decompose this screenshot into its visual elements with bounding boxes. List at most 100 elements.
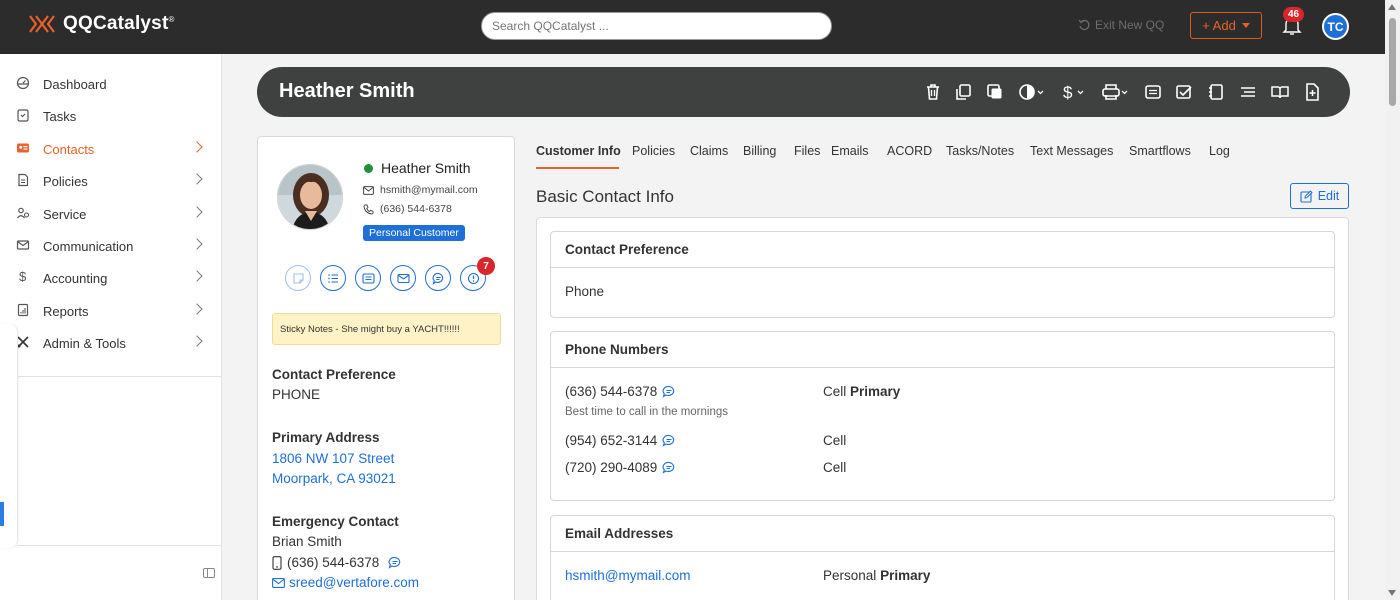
email-button[interactable]	[390, 265, 416, 291]
alert-icon	[467, 272, 479, 284]
delete-icon[interactable]	[924, 82, 942, 102]
scroll-up-arrow[interactable]	[1388, 4, 1396, 10]
sidebar-item-communication[interactable]: Communication	[0, 232, 221, 260]
email-type-text: Personal	[823, 568, 877, 583]
contact-email-text: hsmith@mymail.com	[380, 184, 478, 196]
tab-files[interactable]: Files	[794, 144, 820, 158]
phone-note: Best time to call in the mornings	[565, 406, 728, 418]
sidebar-item-label: Contacts	[43, 142, 95, 157]
sidebar-item-accounting[interactable]: $ Accounting	[0, 264, 221, 292]
sidebar-item-tasks[interactable]: Tasks	[0, 102, 221, 130]
sticky-note-button[interactable]	[285, 265, 311, 291]
tasks-icon	[17, 109, 29, 122]
phone-number[interactable]: (636) 544-6378	[565, 384, 676, 399]
list-icon[interactable]	[1239, 82, 1257, 102]
primary-flag: Primary	[880, 568, 931, 583]
scroll-thumb[interactable]	[1389, 18, 1396, 106]
tab-acord[interactable]: ACORD	[887, 144, 932, 158]
app-name: QQCatalyst	[63, 13, 169, 34]
edit-button[interactable]: Edit	[1290, 183, 1349, 209]
alerts-count-badge: 7	[477, 257, 495, 275]
sidebar-item-dashboard[interactable]: Dashboard	[0, 70, 221, 98]
sidebar-item-label: Accounting	[43, 271, 108, 286]
sidebar-item-label: Tasks	[43, 109, 77, 124]
app-logo[interactable]: QQCatalyst®	[28, 13, 175, 35]
page-scrollbar[interactable]	[1385, 0, 1400, 600]
tab-emails[interactable]: Emails	[831, 144, 869, 158]
edit-icon	[1300, 189, 1313, 203]
task-list-button[interactable]	[320, 265, 346, 291]
emergency-contact-email[interactable]: sreed@vertafore.com	[272, 575, 419, 590]
chevron-right-icon	[191, 141, 203, 153]
print-icon[interactable]	[1100, 82, 1130, 102]
sidebar-item-contacts[interactable]: Contacts	[0, 135, 221, 163]
tab-policies[interactable]: Policies	[632, 144, 675, 158]
chat-bubble-icon[interactable]	[662, 434, 676, 447]
email-addresses-panel: Email Addresses	[550, 515, 1335, 600]
contact-preference-value: Phone	[565, 284, 605, 299]
tab-claims[interactable]: Claims	[690, 144, 728, 158]
collapse-sidebar-icon[interactable]	[203, 568, 215, 578]
sidebar-divider	[0, 376, 221, 377]
message-icon	[361, 272, 375, 284]
sidebar-item-label: Dashboard	[43, 77, 107, 92]
chat-bubble-icon[interactable]	[662, 385, 676, 398]
chat-button[interactable]	[425, 265, 451, 291]
chevron-right-icon	[191, 238, 203, 250]
sidebar: Dashboard Tasks Contacts Policies Servic…	[0, 54, 222, 600]
address-line-2[interactable]: Moorpark, CA 93021	[272, 471, 396, 486]
merge-icon[interactable]	[986, 82, 1004, 102]
address-line-1[interactable]: 1806 NW 107 Street	[272, 451, 394, 466]
sidebar-item-policies[interactable]: Policies	[0, 167, 221, 195]
tab-log[interactable]: Log	[1209, 144, 1230, 158]
contact-phone[interactable]: (636) 544-6378	[363, 203, 452, 215]
message-icon[interactable]	[1144, 82, 1162, 102]
phone-number[interactable]: (954) 652-3144	[565, 433, 676, 448]
add-file-icon[interactable]	[1303, 82, 1321, 102]
contrast-icon[interactable]	[1018, 82, 1046, 102]
search-input[interactable]	[481, 12, 832, 40]
sidebar-item-label: Admin & Tools	[43, 336, 126, 351]
tab-customer-info[interactable]: Customer Info	[536, 144, 621, 158]
sidebar-item-label: Service	[43, 207, 87, 222]
tab-smartflows[interactable]: Smartflows	[1129, 144, 1191, 158]
notebook-icon[interactable]	[1207, 82, 1225, 102]
active-tab-indicator	[536, 167, 619, 169]
qq-logo-icon	[29, 15, 55, 33]
edit-label: Edit	[1317, 189, 1340, 203]
sidebar-item-admin-tools[interactable]: Admin & Tools	[0, 329, 221, 357]
user-avatar[interactable]: TC	[1322, 13, 1349, 40]
contact-preference-value: PHONE	[272, 387, 321, 402]
chat-bubble-icon[interactable]	[662, 461, 676, 474]
phone-type: Cell	[823, 433, 847, 448]
emergency-contact-phone[interactable]: (636) 544-6378	[272, 555, 402, 570]
tab-text-messages[interactable]: Text Messages	[1030, 144, 1113, 158]
chat-bubble-icon[interactable]	[388, 556, 402, 569]
phone-number[interactable]: (720) 290-4089	[565, 460, 676, 475]
message-button[interactable]	[355, 265, 381, 291]
tab-tasks-notes[interactable]: Tasks/Notes	[946, 144, 1014, 158]
scroll-down-arrow[interactable]	[1388, 590, 1396, 596]
checkbox-icon[interactable]	[1175, 82, 1193, 102]
email-address-link[interactable]: hsmith@mymail.com	[565, 568, 690, 583]
phone-type-text: Cell	[823, 384, 847, 399]
notification-count-badge: 46	[1283, 7, 1305, 22]
admin-tools-icon	[17, 336, 29, 348]
exit-new-qq-button[interactable]: Exit New QQ	[1078, 18, 1164, 32]
add-label: + Add	[1202, 18, 1236, 33]
phone-type: Cell Primary	[823, 384, 900, 399]
emergency-email-text: sreed@vertafore.com	[289, 575, 420, 590]
sidebar-item-service[interactable]: Service	[0, 200, 221, 228]
primary-address-label: Primary Address	[272, 430, 380, 445]
contact-photo	[277, 164, 343, 230]
contact-email[interactable]: hsmith@mymail.com	[363, 184, 478, 196]
sidebar-item-reports[interactable]: Reports	[0, 297, 221, 325]
page-title: Heather Smith	[279, 80, 415, 102]
contact-header: Heather Smith $	[257, 67, 1350, 117]
tab-billing[interactable]: Billing	[743, 144, 776, 158]
sticky-note[interactable]: Sticky Notes - She might buy a YACHT!!!!…	[272, 313, 501, 345]
add-button[interactable]: + Add	[1190, 12, 1262, 39]
dollar-icon[interactable]: $	[1061, 82, 1089, 102]
book-icon[interactable]	[1270, 82, 1290, 102]
copy-icon[interactable]	[954, 82, 972, 102]
